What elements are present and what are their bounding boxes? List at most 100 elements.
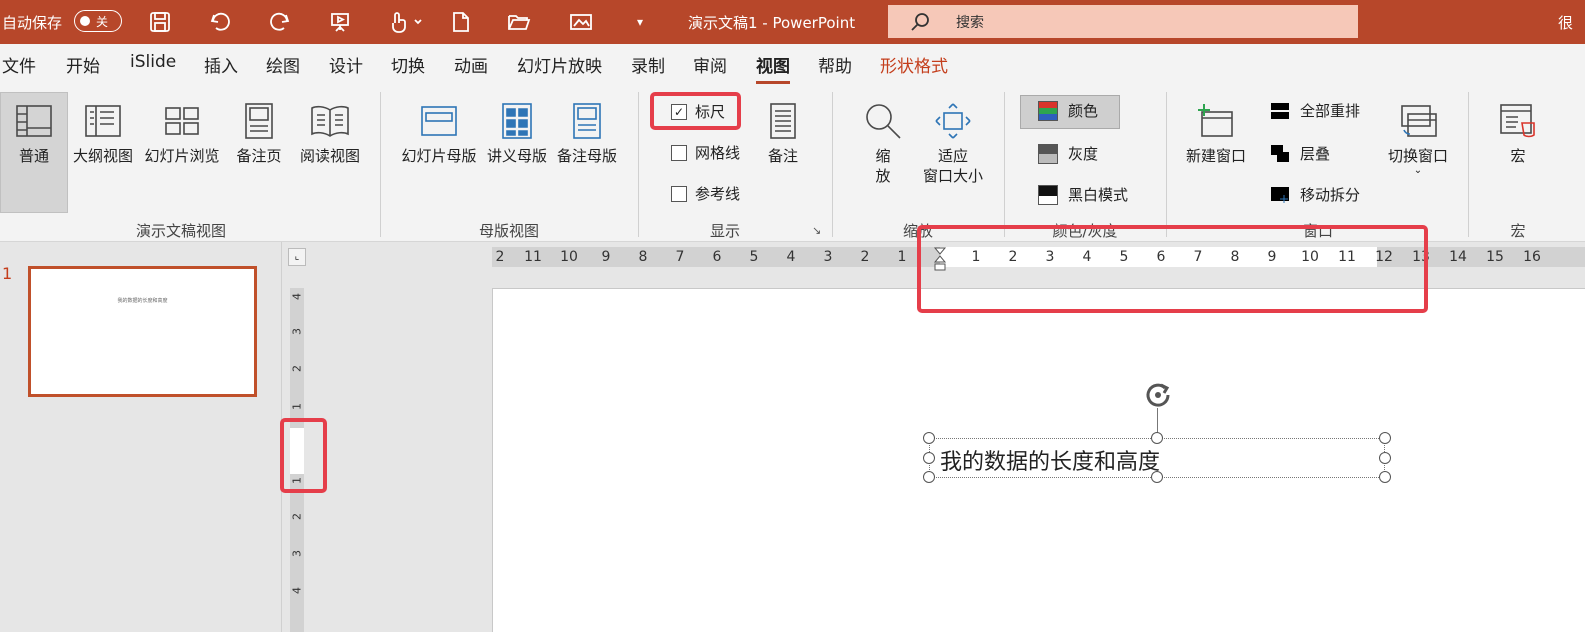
- gridlines-checkbox[interactable]: 网格线: [671, 142, 740, 163]
- ruler-tick-label: 2: [290, 513, 304, 520]
- slide-master-icon: [419, 96, 459, 146]
- new-file-icon[interactable]: [449, 0, 473, 44]
- screenshot-icon[interactable]: [567, 0, 595, 44]
- arrange-all-label: 全部重排: [1300, 102, 1361, 120]
- grayscale-button[interactable]: 灰度: [1038, 143, 1098, 164]
- gridlines-box: [671, 144, 687, 161]
- tab-design[interactable]: 设计: [329, 52, 363, 82]
- move-split-button[interactable]: 移动拆分: [1270, 184, 1360, 205]
- group-label-macros: 宏: [1510, 222, 1526, 240]
- notes-icon: [768, 96, 798, 146]
- tab-review[interactable]: 审阅: [693, 52, 727, 82]
- arrange-all-icon: [1271, 102, 1289, 119]
- black-white-button[interactable]: 黑白模式: [1038, 184, 1128, 205]
- switch-window-icon: [1398, 96, 1438, 146]
- color-label: 颜色: [1068, 102, 1099, 120]
- slide-master-label: 幻灯片母版: [401, 147, 477, 165]
- zoom-button[interactable]: 缩 放: [860, 96, 906, 186]
- tab-insert[interactable]: 插入: [204, 52, 238, 82]
- open-folder-icon[interactable]: [506, 0, 532, 44]
- title-overflow-text: 很: [1558, 13, 1574, 32]
- search-icon: [911, 12, 929, 31]
- notes-page-button[interactable]: 备注页: [228, 96, 290, 166]
- outline-view-button[interactable]: 大纲视图: [70, 96, 136, 166]
- ruler-tick-label: 15: [1486, 249, 1504, 265]
- resize-handle[interactable]: [1151, 432, 1163, 444]
- normal-view-label: 普通: [18, 147, 49, 165]
- ribbon-separator: [380, 92, 381, 237]
- move-split-label: 移动拆分: [1300, 186, 1361, 204]
- textbox-text[interactable]: 我的数据的长度和高度: [940, 444, 1160, 476]
- ruler-tick-label: 11: [524, 249, 542, 265]
- switch-window-button[interactable]: 切换窗口 ⌄: [1382, 96, 1454, 176]
- outline-view-label: 大纲视图: [72, 147, 133, 165]
- cascade-button[interactable]: 层叠: [1270, 143, 1330, 164]
- notes-page-label: 备注页: [236, 147, 282, 165]
- tab-islide[interactable]: iSlide: [130, 52, 176, 82]
- ruler-tick-label: 2: [860, 249, 870, 265]
- resize-handle[interactable]: [1151, 471, 1163, 483]
- customize-qat-icon[interactable]: ▾: [630, 0, 650, 44]
- notes-master-icon: [571, 96, 603, 146]
- new-window-button[interactable]: 新建窗口: [1180, 96, 1252, 166]
- normal-view-button[interactable]: 普通: [0, 96, 68, 166]
- new-window-icon: [1196, 96, 1236, 146]
- tab-stop-selector[interactable]: ⌞: [288, 248, 306, 266]
- outline-view-icon: [84, 96, 122, 146]
- zoom-label-line2: 放: [875, 167, 891, 185]
- search-placeholder: 搜索: [956, 14, 984, 31]
- search-box[interactable]: 搜索: [888, 5, 1358, 38]
- slide-sorter-button[interactable]: 幻灯片浏览: [140, 96, 224, 166]
- resize-handle[interactable]: [1379, 452, 1391, 464]
- present-icon[interactable]: [327, 0, 353, 44]
- reading-view-icon: [310, 96, 350, 146]
- slide-thumbnail[interactable]: 我的数据的长度和高度: [28, 266, 257, 397]
- ruler-tick-label: 8: [638, 249, 648, 265]
- tab-transitions[interactable]: 切换: [391, 52, 425, 82]
- grayscale-swatch-icon: [1038, 143, 1058, 164]
- tab-slideshow[interactable]: 幻灯片放映: [517, 52, 602, 82]
- color-button[interactable]: 颜色: [1038, 100, 1098, 121]
- fit-to-window-icon: [933, 96, 973, 146]
- ribbon-separator: [1166, 92, 1167, 237]
- tab-draw[interactable]: 绘图: [266, 52, 300, 82]
- move-split-icon: [1271, 186, 1289, 203]
- tab-file[interactable]: 文件: [2, 52, 36, 82]
- guides-checkbox[interactable]: 参考线: [671, 183, 740, 204]
- tab-animations[interactable]: 动画: [454, 52, 488, 82]
- resize-handle[interactable]: [1379, 432, 1391, 444]
- rotate-handle-icon[interactable]: [1143, 380, 1173, 410]
- dialog-launcher-icon[interactable]: ↘: [812, 224, 821, 237]
- arrange-all-button[interactable]: 全部重排: [1270, 100, 1360, 121]
- tab-view[interactable]: 视图: [756, 52, 790, 84]
- undo-icon[interactable]: [207, 0, 233, 44]
- horizontal-ruler-highlight: [917, 225, 1428, 313]
- resize-handle[interactable]: [923, 471, 935, 483]
- ruler-tick-label: 4: [290, 587, 304, 594]
- ruler-tick-label: 5: [749, 249, 759, 265]
- notes-button[interactable]: 备注: [760, 96, 806, 166]
- guides-box: [671, 185, 687, 202]
- ruler-tick-label: 1: [897, 249, 907, 265]
- tab-home[interactable]: 开始: [66, 52, 100, 82]
- notes-master-button[interactable]: 备注母版: [553, 96, 621, 166]
- resize-handle[interactable]: [923, 452, 935, 464]
- tab-record[interactable]: 录制: [631, 52, 665, 82]
- resize-handle[interactable]: [1379, 471, 1391, 483]
- macros-button[interactable]: 宏: [1490, 96, 1546, 166]
- save-icon[interactable]: [147, 0, 173, 44]
- tab-help[interactable]: 帮助: [818, 52, 852, 82]
- slide-master-button[interactable]: 幻灯片母版: [396, 96, 482, 166]
- reading-view-button[interactable]: 阅读视图: [294, 96, 366, 166]
- autosave-toggle[interactable]: 关: [74, 10, 122, 32]
- resize-handle[interactable]: [923, 432, 935, 444]
- redo-icon[interactable]: [267, 0, 293, 44]
- tab-shape-format[interactable]: 形状格式: [880, 52, 948, 82]
- ruler-tick-label: 6: [712, 249, 722, 265]
- ribbon-separator: [832, 92, 833, 237]
- normal-view-icon: [15, 96, 53, 146]
- touch-mode-icon[interactable]: [385, 0, 425, 44]
- ruler-tick-label: 10: [560, 249, 578, 265]
- fit-to-window-button[interactable]: 适应 窗口大小: [918, 96, 988, 186]
- handout-master-button[interactable]: 讲义母版: [484, 96, 550, 166]
